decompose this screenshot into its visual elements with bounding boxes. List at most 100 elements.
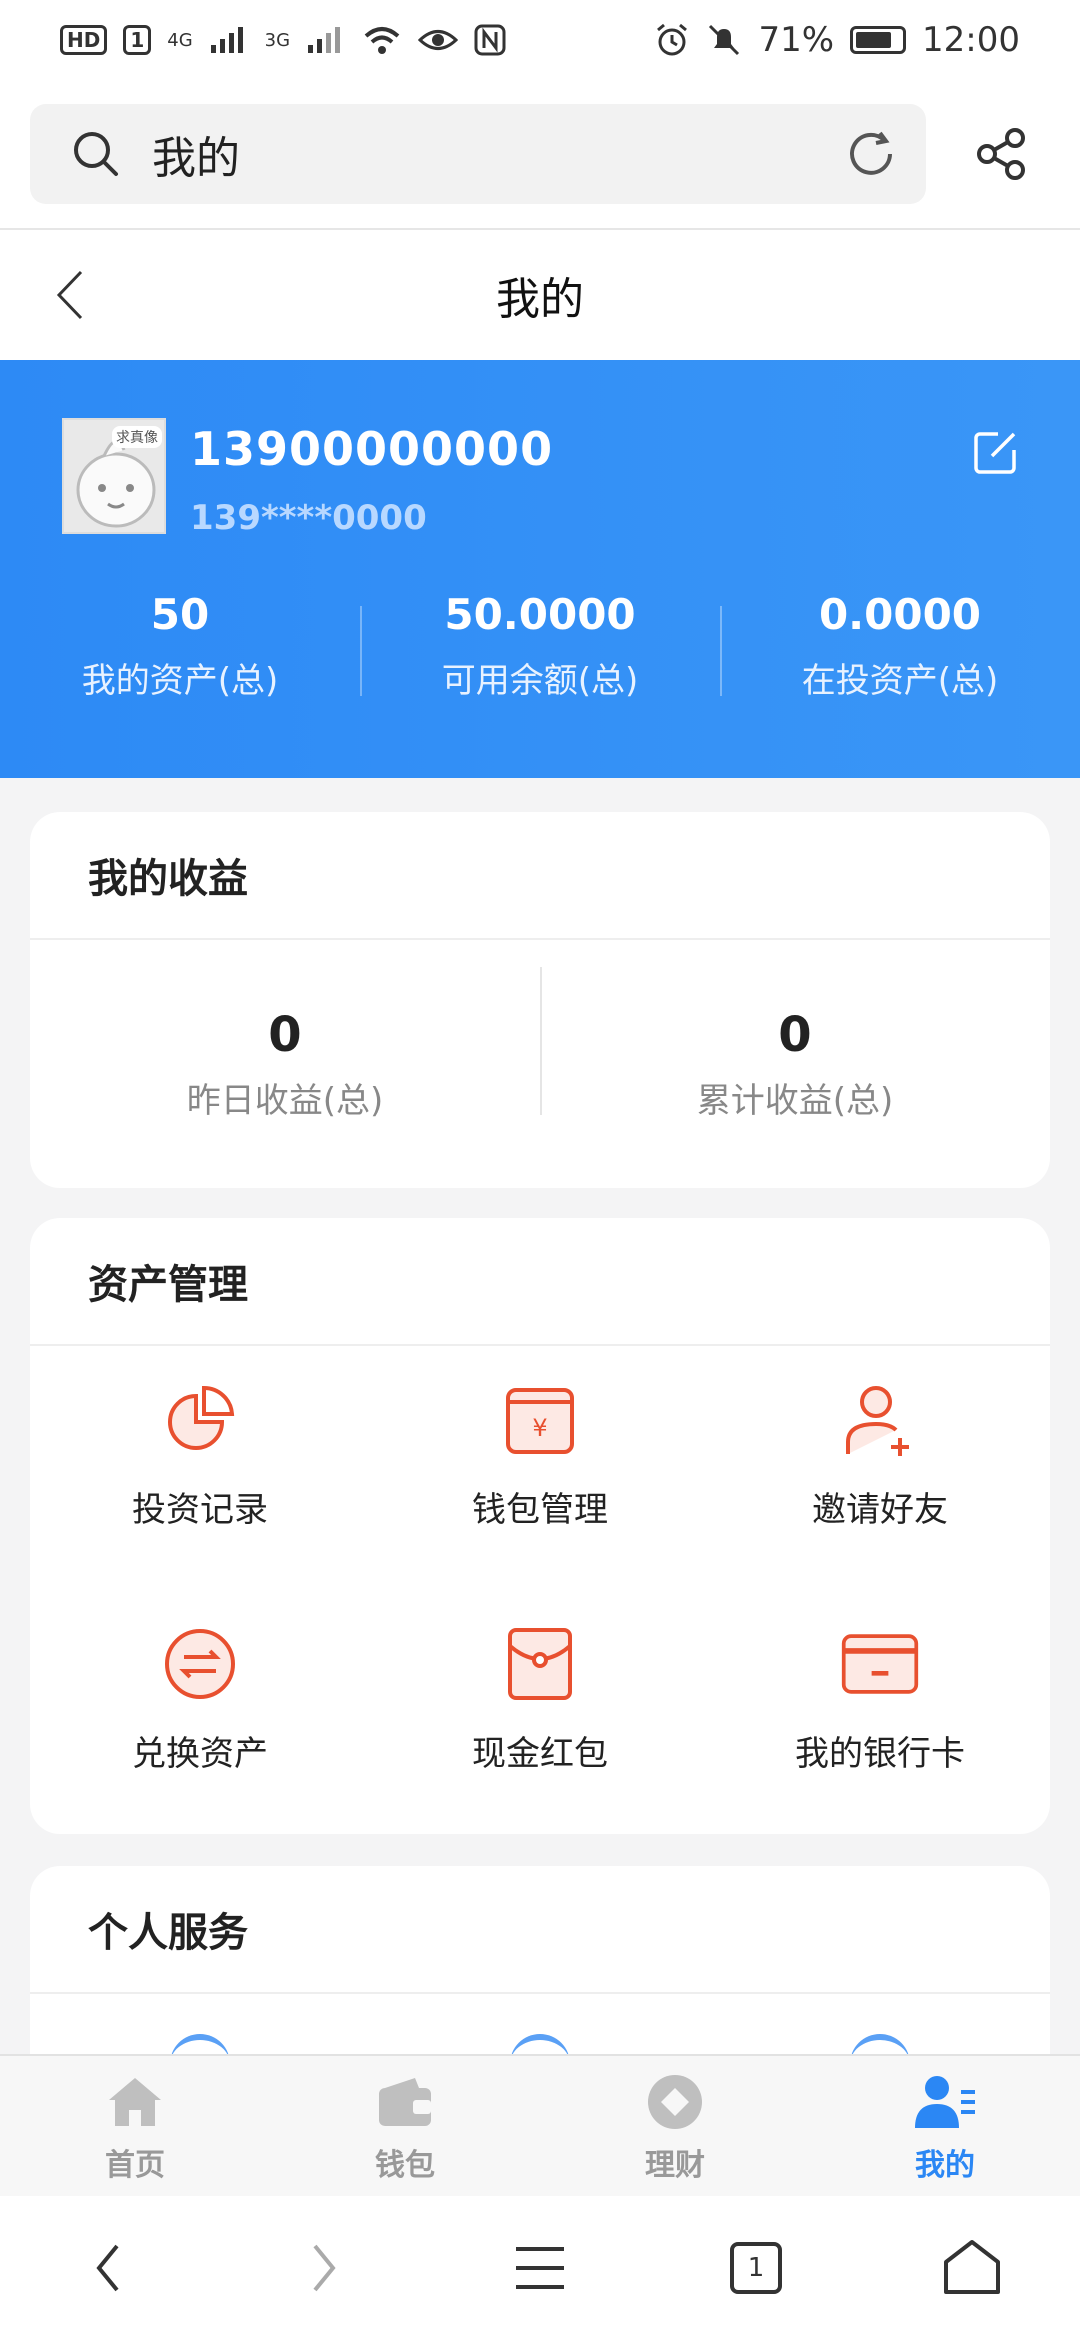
stat-value: 50 xyxy=(150,590,210,639)
stat-label: 可用余额(总) xyxy=(441,661,639,701)
share-button[interactable] xyxy=(966,119,1036,189)
grid-item-label: 钱包管理 xyxy=(472,1490,608,1530)
add-user-icon xyxy=(840,1380,920,1460)
tab-label: 钱包 xyxy=(375,2148,435,2183)
browser-toolbar: 我的 xyxy=(0,80,1080,230)
nav-back-button[interactable] xyxy=(63,2223,153,2313)
grid-item-label: 投资记录 xyxy=(132,1490,268,1530)
edit-profile-button[interactable] xyxy=(972,428,1020,476)
cash-red-envelope-button[interactable]: 现金红包 xyxy=(370,1624,710,1834)
home-outline-icon xyxy=(944,2240,1000,2294)
earnings-card: 我的收益 0 昨日收益(总) 0 累计收益(总) xyxy=(30,812,1050,1188)
bottom-tab-bar: 首页 钱包 理财 我的 xyxy=(0,2054,1080,2196)
grid-item-label: 我的银行卡 xyxy=(795,1734,965,1774)
wallet-icon xyxy=(373,2070,437,2134)
asset-management-title: 资产管理 xyxy=(30,1218,1050,1346)
mute-bell-icon xyxy=(709,24,740,56)
tab-finance[interactable]: 理财 xyxy=(540,2056,810,2196)
signal-3g-label: 3G xyxy=(264,29,291,51)
chevron-left-icon xyxy=(96,2244,119,2292)
home-icon xyxy=(103,2070,167,2134)
clock-time: 12:00 xyxy=(922,20,1020,60)
battery-icon xyxy=(850,26,907,54)
nav-home-button[interactable] xyxy=(927,2223,1017,2313)
earning-label: 累计收益(总) xyxy=(696,1080,894,1121)
battery-percent: 71% xyxy=(758,20,835,60)
tab-label: 首页 xyxy=(105,2148,165,2183)
address-text[interactable]: 我的 xyxy=(152,122,844,186)
tab-count-badge: 1 xyxy=(730,2242,782,2294)
grid-item-label: 兑换资产 xyxy=(132,1734,268,1774)
chevron-right-icon xyxy=(313,2244,336,2292)
browser-nav-bar: 1 xyxy=(0,2196,1080,2340)
stat-value: 0.0000 xyxy=(818,590,982,639)
exchange-assets-button[interactable]: 兑换资产 xyxy=(30,1624,370,1834)
page-header: 我的 xyxy=(0,230,1080,360)
asset-grid: 投资记录 ¥ 钱包管理 邀请好友 兑换资产 现金红包 我的银行卡 xyxy=(30,1346,1050,1834)
tab-label: 我的 xyxy=(915,2148,975,2183)
grid-item-label: 邀请好友 xyxy=(812,1490,948,1530)
menu-icon xyxy=(516,2247,564,2289)
profile-icon xyxy=(913,2070,977,2134)
pie-chart-icon xyxy=(160,1380,240,1460)
stat-invested-assets[interactable]: 0.0000 在投资产(总) xyxy=(720,590,1080,702)
eye-icon xyxy=(418,30,459,50)
earning-value: 0 xyxy=(778,1006,812,1063)
tab-home[interactable]: 首页 xyxy=(0,2056,270,2196)
grid-item-label: 现金红包 xyxy=(472,1734,608,1774)
tab-wallet[interactable]: 钱包 xyxy=(270,2056,540,2196)
wallet-management-button[interactable]: ¥ 钱包管理 xyxy=(370,1380,710,1624)
stat-label: 我的资产(总) xyxy=(81,661,279,701)
finance-icon xyxy=(643,2070,707,2134)
nfc-icon xyxy=(474,24,506,56)
stat-total-assets[interactable]: 50 我的资产(总) xyxy=(0,590,360,702)
refresh-icon[interactable] xyxy=(844,127,898,181)
my-bank-cards-button[interactable]: 我的银行卡 xyxy=(710,1624,1050,1834)
back-button[interactable] xyxy=(40,265,100,325)
edit-icon xyxy=(974,432,1016,474)
investment-records-button[interactable]: 投资记录 xyxy=(30,1380,370,1624)
svg-text:¥: ¥ xyxy=(532,1414,547,1442)
earning-label: 昨日收益(总) xyxy=(186,1080,384,1121)
stat-value: 50.0000 xyxy=(444,590,636,639)
status-right: 71% 12:00 xyxy=(654,20,1020,60)
asset-management-card: 资产管理 投资记录 ¥ 钱包管理 邀请好友 兑换资产 现金红包 我的银行卡 xyxy=(30,1218,1050,1834)
signal-bars-icon xyxy=(210,27,243,53)
sim-badge: 1 xyxy=(123,25,152,55)
chevron-left-icon xyxy=(56,270,83,320)
earnings-title: 我的收益 xyxy=(30,812,1050,940)
status-bar: HD 1 4G 3G 71% 12:00 xyxy=(0,0,1080,80)
profile-card: 求真像 13900000000 139****0000 50 我的资产(总) 5… xyxy=(0,360,1080,778)
earning-yesterday[interactable]: 0 昨日收益(总) xyxy=(30,1007,540,1122)
nav-tabs-button[interactable]: 1 xyxy=(711,2223,801,2313)
wallet-yen-icon: ¥ xyxy=(500,1380,580,1460)
phone-number: 13900000000 xyxy=(190,422,554,476)
wifi-icon xyxy=(364,27,400,54)
earning-value: 0 xyxy=(268,1006,302,1063)
avatar[interactable]: 求真像 xyxy=(62,418,166,534)
exchange-icon xyxy=(160,1624,240,1704)
asset-stats: 50 我的资产(总) 50.0000 可用余额(总) 0.0000 在投资产(总… xyxy=(0,590,1080,702)
tab-mine[interactable]: 我的 xyxy=(810,2056,1080,2196)
signal-bars-icon xyxy=(308,27,341,53)
phone-masked: 139****0000 xyxy=(190,498,427,538)
nav-forward-button[interactable] xyxy=(279,2223,369,2313)
signal-4g-label: 4G xyxy=(167,29,193,51)
earning-cumulative[interactable]: 0 累计收益(总) xyxy=(540,966,1050,1122)
alarm-icon xyxy=(657,23,688,56)
nav-menu-button[interactable] xyxy=(495,2223,585,2313)
stat-label: 在投资产(总) xyxy=(801,661,999,701)
page-title: 我的 xyxy=(496,274,584,325)
search-icon xyxy=(74,132,118,176)
earnings-row: 0 昨日收益(总) 0 累计收益(总) xyxy=(30,940,1050,1188)
invite-friends-button[interactable]: 邀请好友 xyxy=(710,1380,1050,1624)
address-bar[interactable]: 我的 xyxy=(30,104,926,204)
personal-services-title: 个人服务 xyxy=(30,1866,1050,1994)
status-left: HD 1 4G 3G xyxy=(60,24,506,56)
bank-card-icon xyxy=(840,1624,920,1704)
hd-badge: HD xyxy=(60,25,108,55)
share-icon xyxy=(977,128,1025,180)
tab-label: 理财 xyxy=(645,2148,705,2183)
stat-available-balance[interactable]: 50.0000 可用余额(总) xyxy=(360,590,720,702)
avatar-tag: 求真像 xyxy=(112,426,162,448)
